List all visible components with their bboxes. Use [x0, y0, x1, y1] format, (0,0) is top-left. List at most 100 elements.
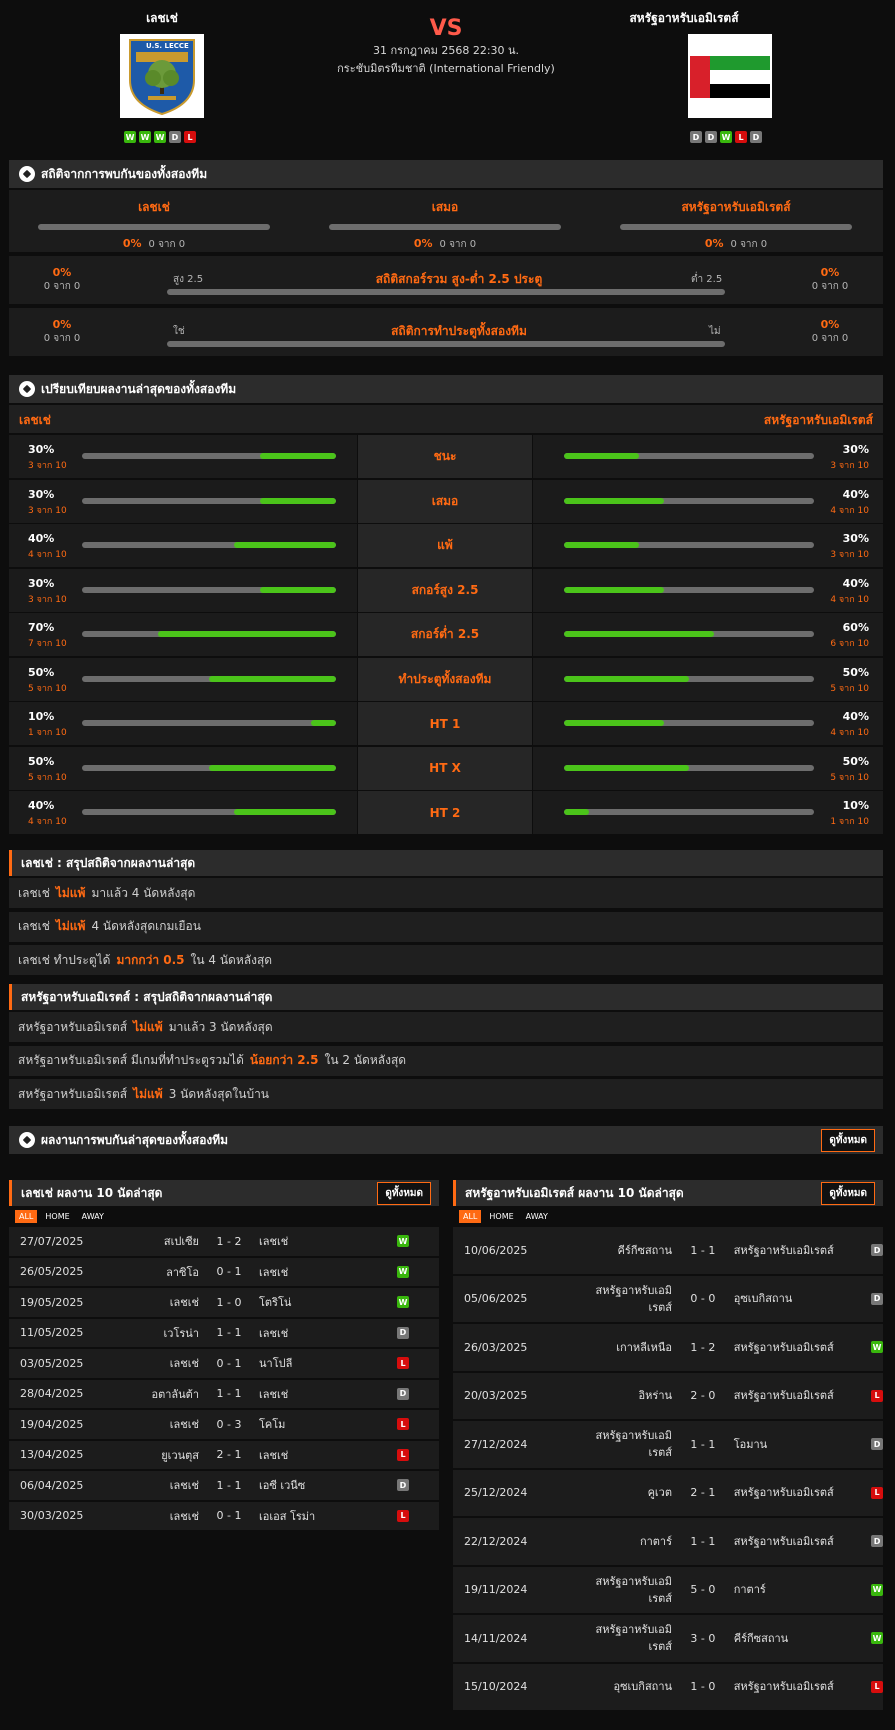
compare-away-cell: 10% 1 จาก 10: [533, 791, 883, 834]
h2h-draw-col: เสมอ 0% 0 จาก 0: [329, 198, 561, 252]
match-home[interactable]: อิหร่าน: [572, 1387, 672, 1404]
match-away[interactable]: กาตาร์: [734, 1581, 843, 1598]
match-row[interactable]: 03/05/2025 เลชเช่ 0 - 1 นาโปลี L: [9, 1349, 439, 1378]
compare-away-count: 4 จาก 10: [830, 505, 869, 516]
h2h-away-col: สหรัฐอาหรับเอมิเรตส์ 0% 0 จาก 0: [620, 198, 852, 252]
match-away[interactable]: เลชเช่: [259, 1232, 369, 1250]
match-away[interactable]: โคโม: [259, 1415, 369, 1433]
compare-away-count: 4 จาก 10: [830, 728, 869, 738]
summary-text: สหรัฐอาหรับเอมิเรตส์ มีเกมที่ทำประตูรวมไ…: [18, 1053, 244, 1067]
vs-label: VS: [429, 16, 463, 41]
tab-home[interactable]: HOME: [41, 1210, 73, 1223]
match-row[interactable]: 20/03/2025 อิหร่าน 2 - 0 สหรัฐอาหรับเอมิเรต…: [453, 1372, 884, 1419]
match-away[interactable]: โอมาน: [734, 1436, 843, 1453]
match-home[interactable]: เวโรน่า: [119, 1324, 199, 1342]
match-home[interactable]: อตาลันต้า: [119, 1385, 199, 1403]
compare-home-pct: 40%: [28, 532, 55, 545]
match-date: 27/12/2024: [464, 1437, 528, 1451]
match-row[interactable]: 13/04/2025 ยูเวนตุส 2 - 1 เลชเช่ L: [9, 1440, 439, 1469]
compare-stat-label: แพ้: [358, 524, 532, 567]
match-away[interactable]: สหรัฐอาหรับเอมิเรตส์: [734, 1242, 843, 1259]
match-row[interactable]: 19/11/2024 สหรัฐอาหรับเอมิเรตส์ 5 - 0 กาตาร…: [453, 1566, 884, 1613]
match-home[interactable]: อุซเบกิสถาน: [572, 1678, 672, 1695]
match-home[interactable]: คูเวต: [572, 1484, 672, 1501]
match-row[interactable]: 28/04/2025 อตาลันต้า 1 - 1 เลชเช่ D: [9, 1379, 439, 1408]
match-away[interactable]: สหรัฐอาหรับเอมิเรตส์: [734, 1484, 843, 1501]
tab-home[interactable]: HOME: [485, 1210, 517, 1223]
match-result: W: [843, 1632, 884, 1645]
match-row[interactable]: 14/11/2024 สหรัฐอาหรับเอมิเรตส์ 3 - 0 คีร์ก…: [453, 1615, 884, 1662]
match-row[interactable]: 10/06/2025 คีร์กีซสถาน 1 - 1 สหรัฐอาหรับเอม…: [453, 1227, 884, 1274]
match-result: W: [369, 1235, 409, 1248]
match-home[interactable]: เกาหลีเหนือ: [572, 1339, 672, 1356]
match-home[interactable]: ยูเวนตุส: [119, 1446, 199, 1464]
compare-row: 10% 1 จาก 10 HT 1 40% 4 จาก 10: [9, 702, 883, 746]
match-row[interactable]: 19/05/2025 เลชเช่ 1 - 0 โตริโน่ W: [9, 1288, 439, 1317]
match-row[interactable]: 26/03/2025 เกาหลีเหนือ 1 - 2 สหรัฐอาหรับเอม…: [453, 1324, 884, 1371]
match-row[interactable]: 22/12/2024 กาตาร์ 1 - 1 สหรัฐอาหรับเอมิเรตส…: [453, 1518, 884, 1565]
match-home[interactable]: สหรัฐอาหรับเอมิเรตส์: [572, 1282, 672, 1316]
match-home[interactable]: เลชเช่: [119, 1415, 199, 1433]
match-row[interactable]: 19/04/2025 เลชเช่ 0 - 3 โคโม L: [9, 1410, 439, 1439]
match-row[interactable]: 27/12/2024 สหรัฐอาหรับเอมิเรตส์ 1 - 1 โอมาน…: [453, 1421, 884, 1468]
match-away[interactable]: สหรัฐอาหรับเอมิเรตส์: [734, 1339, 843, 1356]
match-row[interactable]: 11/05/2025 เวโรน่า 1 - 1 เลชเช่ D: [9, 1318, 439, 1347]
match-home[interactable]: เลชเช่: [119, 1354, 199, 1372]
btts-left-pct: 0%: [52, 318, 72, 331]
btts-title: สถิติการทำประตูทั้งสองทีม: [391, 324, 527, 338]
match-row[interactable]: 05/06/2025 สหรัฐอาหรับเอมิเรตส์ 0 - 0 อุซเบ…: [453, 1275, 884, 1322]
compare-home-bar: [82, 586, 336, 593]
away-last10-header: สหรัฐอาหรับเอมิเรตส์ ผลงาน 10 นัดล่าสุด …: [453, 1180, 883, 1206]
match-away[interactable]: สหรัฐอาหรับเอมิเรตส์: [734, 1387, 843, 1404]
away-last10-view-all-button[interactable]: ดูทั้งหมด: [821, 1181, 875, 1205]
away-team-name[interactable]: สหรัฐอาหรับเอมิเรตส์: [584, 9, 784, 28]
match-away[interactable]: เอเอส โรม่า: [259, 1507, 369, 1525]
match-home[interactable]: เลชเช่: [119, 1476, 199, 1494]
compare-away-bar-fill: [564, 675, 689, 682]
summary-text: เลชเช่ ทำประตูได้: [18, 952, 111, 967]
match-away[interactable]: เลชเช่: [259, 1263, 369, 1281]
compare-away-bar: [564, 809, 814, 815]
match-home[interactable]: สหรัฐอาหรับเอมิเรตส์: [572, 1427, 672, 1461]
btts-left-count: 0 จาก 0: [43, 333, 81, 344]
match-score: 1 - 1: [690, 1437, 716, 1451]
match-away[interactable]: นาโปลี: [259, 1354, 369, 1372]
match-away[interactable]: เอซี เวนีซ: [259, 1476, 369, 1494]
result-badge: L: [397, 1448, 409, 1461]
match-home[interactable]: สหรัฐอาหรับเอมิเรตส์: [572, 1621, 672, 1655]
match-away[interactable]: โตริโน่: [259, 1293, 369, 1311]
result-badge: L: [735, 131, 747, 143]
match-away[interactable]: คีร์กีซสถาน: [734, 1630, 843, 1647]
match-home[interactable]: เลชเช่: [119, 1293, 199, 1311]
tab-away[interactable]: AWAY: [522, 1210, 552, 1223]
match-row[interactable]: 15/10/2024 อุซเบกิสถาน 1 - 0 สหรัฐอาหรับเอม…: [453, 1663, 884, 1710]
home-last10-view-all-button[interactable]: ดูทั้งหมด: [377, 1181, 431, 1205]
match-home[interactable]: ลาซิโอ: [119, 1263, 199, 1281]
match-home[interactable]: เลชเช่: [119, 1507, 199, 1525]
match-home[interactable]: สเปเซีย: [119, 1232, 199, 1250]
match-home[interactable]: คีร์กีซสถาน: [572, 1242, 672, 1259]
match-home[interactable]: กาตาร์: [572, 1533, 672, 1550]
match-row[interactable]: 06/04/2025 เลชเช่ 1 - 1 เอซี เวนีซ D: [9, 1471, 439, 1500]
away-last10-panel: สหรัฐอาหรับเอมิเรตส์ ผลงาน 10 นัดล่าสุด …: [453, 1180, 884, 1712]
match-row[interactable]: 30/03/2025 เลชเช่ 0 - 1 เอเอส โรม่า L: [9, 1501, 439, 1530]
match-row[interactable]: 27/07/2025 สเปเซีย 1 - 2 เลชเช่ W: [9, 1227, 439, 1256]
tab-all[interactable]: ALL: [15, 1210, 38, 1223]
match-result: D: [843, 1535, 884, 1548]
match-away[interactable]: เลชเช่: [259, 1324, 369, 1342]
away-team-logo[interactable]: [688, 34, 772, 118]
match-away[interactable]: สหรัฐอาหรับเอมิเรตส์: [734, 1533, 843, 1550]
match-away[interactable]: อุซเบกิสถาน: [734, 1290, 843, 1307]
tab-away[interactable]: AWAY: [78, 1210, 108, 1223]
match-row[interactable]: 25/12/2024 คูเวต 2 - 1 สหรัฐอาหรับเอมิเรตส์…: [453, 1469, 884, 1516]
match-away[interactable]: เลชเช่: [259, 1385, 369, 1403]
match-away[interactable]: สหรัฐอาหรับเอมิเรตส์: [734, 1678, 843, 1695]
compare-away-bar: [564, 631, 814, 637]
h2h-view-all-button[interactable]: ดูทั้งหมด: [821, 1128, 875, 1152]
tab-all[interactable]: ALL: [459, 1210, 482, 1223]
match-home[interactable]: สหรัฐอาหรับเอมิเรตส์: [572, 1573, 672, 1607]
match-row[interactable]: 26/05/2025 ลาซิโอ 0 - 1 เลชเช่ W: [9, 1257, 439, 1286]
home-team-logo[interactable]: U.S. LECCE: [120, 34, 204, 118]
match-away[interactable]: เลชเช่: [259, 1446, 369, 1464]
home-team-name[interactable]: เลชเช่: [62, 9, 262, 28]
